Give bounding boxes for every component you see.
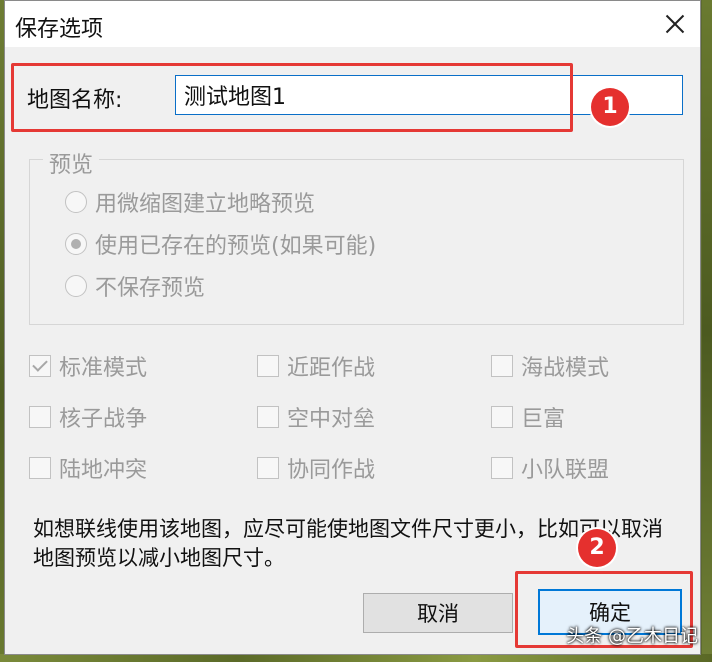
mode-label: 核子战争 xyxy=(59,407,148,432)
mode-label: 空中对垒 xyxy=(287,407,376,432)
mode-label: 陆地冲突 xyxy=(59,458,148,483)
checkbox[interactable] xyxy=(29,406,51,428)
checkbox[interactable] xyxy=(491,457,513,479)
cancel-button[interactable]: 取消 xyxy=(363,593,513,633)
title-bar: 保存选项 xyxy=(5,1,700,47)
mode-naval[interactable]: 海战模式 xyxy=(491,351,609,381)
radio-existing-preview[interactable]: 使用已存在的预览(如果可能) xyxy=(65,229,376,259)
radio-label: 使用已存在的预览(如果可能) xyxy=(95,234,377,259)
checkbox[interactable] xyxy=(491,355,513,377)
close-icon[interactable] xyxy=(656,5,694,43)
radio-no-preview[interactable]: 不保存预览 xyxy=(65,271,205,301)
checkbox[interactable] xyxy=(491,406,513,428)
background-right xyxy=(702,0,712,662)
radio-button-selected[interactable] xyxy=(65,233,87,255)
mode-label: 巨富 xyxy=(521,407,566,432)
radio-label: 用微缩图建立地略预览 xyxy=(95,192,316,217)
checkbox-checked[interactable] xyxy=(29,355,51,377)
watermark: 头条 @乙木日记 xyxy=(566,626,698,647)
mode-standard[interactable]: 标准模式 xyxy=(29,351,147,381)
step-badge-1: 1 xyxy=(591,88,629,126)
checkbox[interactable] xyxy=(29,457,51,479)
mode-label: 近距作战 xyxy=(287,356,376,381)
mode-label: 标准模式 xyxy=(59,356,148,381)
checkbox[interactable] xyxy=(257,457,279,479)
checkbox[interactable] xyxy=(257,355,279,377)
mode-cooperative[interactable]: 协同作战 xyxy=(257,453,375,483)
mode-tycoon[interactable]: 巨富 xyxy=(491,402,565,432)
radio-thumbnail-preview[interactable]: 用微缩图建立地略预览 xyxy=(65,187,315,217)
radio-label: 不保存预览 xyxy=(95,276,206,301)
radio-button[interactable] xyxy=(65,275,87,297)
mode-close-combat[interactable]: 近距作战 xyxy=(257,351,375,381)
mode-label: 小队联盟 xyxy=(521,458,610,483)
preview-legend: 预览 xyxy=(43,147,100,179)
dialog-title: 保存选项 xyxy=(15,17,104,42)
mode-team-alliance[interactable]: 小队联盟 xyxy=(491,453,609,483)
mode-land-conflict[interactable]: 陆地冲突 xyxy=(29,453,147,483)
radio-button[interactable] xyxy=(65,191,87,213)
background-bottom xyxy=(0,654,712,662)
mode-label: 海战模式 xyxy=(521,356,610,381)
mode-air-battle[interactable]: 空中对垒 xyxy=(257,402,375,432)
highlight-map-name xyxy=(11,63,573,132)
mode-nuclear-war[interactable]: 核子战争 xyxy=(29,402,147,432)
mode-label: 协同作战 xyxy=(287,458,376,483)
checkbox[interactable] xyxy=(257,406,279,428)
step-badge-2: 2 xyxy=(578,529,616,567)
